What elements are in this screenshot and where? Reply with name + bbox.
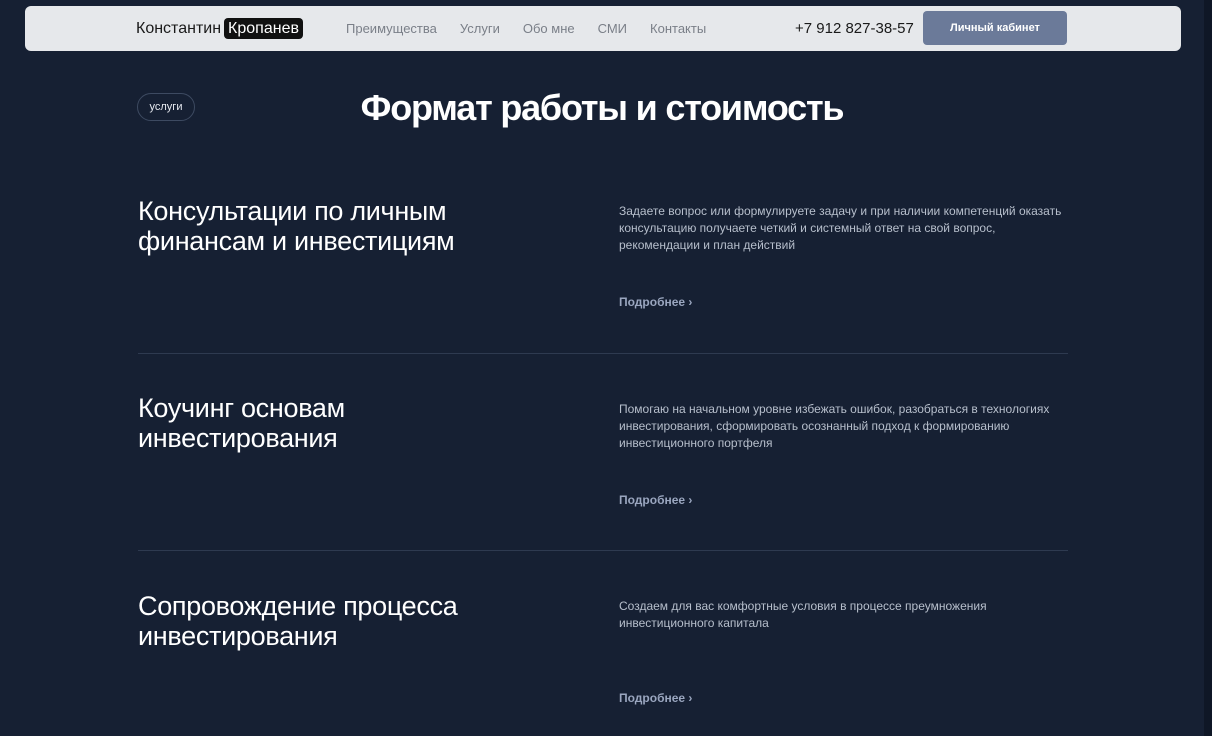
service-title-line: Консультации по личным bbox=[138, 196, 447, 226]
site-header: Константин Кропанев Преимущества Услуги О… bbox=[25, 6, 1181, 51]
divider bbox=[138, 353, 1068, 354]
divider bbox=[138, 550, 1068, 551]
service-description: Задаете вопрос или формулируете задачу и… bbox=[619, 204, 1062, 252]
service-title-consultations: Консультации по личным финансам и инвест… bbox=[138, 196, 558, 256]
service-description: Помогаю на начальном уровне избежать оши… bbox=[619, 402, 1050, 450]
logo[interactable]: Константин Кропанев bbox=[136, 18, 303, 39]
service-title-line: инвестирования bbox=[138, 621, 338, 651]
logo-first-name: Константин bbox=[136, 20, 222, 37]
more-link-consultations[interactable]: Подробнее › bbox=[619, 294, 692, 310]
more-link-coaching[interactable]: Подробнее › bbox=[619, 492, 692, 508]
nav-item-advantages[interactable]: Преимущества bbox=[346, 21, 437, 37]
service-title-line: финансам и инвестициям bbox=[138, 226, 455, 256]
service-title-coaching: Коучинг основам инвестирования bbox=[138, 393, 558, 453]
nav-item-about[interactable]: Обо мне bbox=[523, 21, 575, 37]
service-title-line: инвестирования bbox=[138, 423, 338, 453]
more-link-support[interactable]: Подробнее › bbox=[619, 690, 692, 706]
section-title: Формат работы и стоимость bbox=[360, 87, 845, 128]
page-edge bbox=[1204, 0, 1212, 736]
nav-item-services[interactable]: Услуги bbox=[460, 21, 500, 37]
nav-item-media[interactable]: СМИ bbox=[598, 21, 627, 37]
logo-last-name-badge: Кропанев bbox=[224, 18, 303, 39]
service-title-support: Сопровождение процесса инвестирования bbox=[138, 591, 558, 651]
service-description: Создаем для вас комфортные условия в про… bbox=[619, 599, 987, 630]
service-title-line: Сопровождение процесса bbox=[138, 591, 458, 621]
nav-item-contacts[interactable]: Контакты bbox=[650, 21, 706, 37]
main-nav: Преимущества Услуги Обо мне СМИ Контакты bbox=[346, 21, 706, 37]
personal-account-button[interactable]: Личный кабинет bbox=[923, 11, 1067, 45]
service-title-line: Коучинг основам bbox=[138, 393, 345, 423]
phone-number[interactable]: +7 912 827-38-57 bbox=[795, 19, 914, 38]
